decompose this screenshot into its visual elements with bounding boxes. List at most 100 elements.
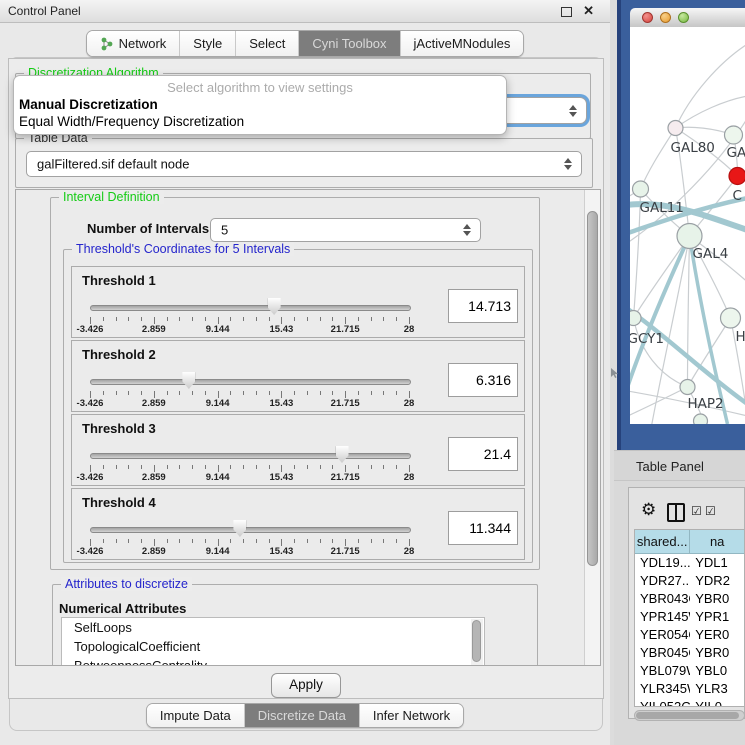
tab-network[interactable]: Network xyxy=(87,31,180,56)
node-label: GAL80 xyxy=(671,140,715,156)
apply-button[interactable]: Apply xyxy=(271,673,341,698)
scrollbar-thumb[interactable] xyxy=(587,211,598,566)
table-horizontal-scrollbar[interactable] xyxy=(634,710,745,721)
tab-label: Discretize Data xyxy=(258,708,346,723)
settings-vertical-scrollbar[interactable] xyxy=(584,190,600,665)
close-traffic-light-icon[interactable] xyxy=(642,12,653,23)
table-cell[interactable]: YDR2 xyxy=(690,572,744,590)
numerical-attributes-label: Numerical Attributes xyxy=(59,601,186,616)
combo-stepper-icon xyxy=(564,158,572,170)
dropdown-option-equal-width-frequency[interactable]: Equal Width/Frequency Discretization xyxy=(19,114,244,129)
minimize-traffic-light-icon[interactable] xyxy=(660,12,671,23)
checkbox-icon[interactable]: ☑ xyxy=(691,504,702,518)
table-cell[interactable]: YIL0 xyxy=(690,698,744,707)
tab-label: Style xyxy=(193,36,222,51)
table-cell[interactable]: YPR145W xyxy=(635,608,690,626)
threshold-slider-thumb[interactable] xyxy=(233,520,246,537)
float-window-icon[interactable] xyxy=(561,7,572,17)
tick-label: 9.144 xyxy=(206,324,230,335)
tick-label: 2.859 xyxy=(142,472,166,483)
list-item-selfloops[interactable]: SelfLoops xyxy=(62,618,484,637)
tab-infer-network[interactable]: Infer Network xyxy=(359,704,463,727)
table-cell[interactable]: YDL19... xyxy=(635,554,690,572)
node-label: GCY1 xyxy=(630,331,664,347)
dropdown-option-manual-discretization[interactable]: Manual Discretization xyxy=(19,97,158,112)
column-header-name[interactable]: na xyxy=(690,530,744,554)
group-title: Threshold's Coordinates for 5 Intervals xyxy=(72,242,294,256)
tab-style[interactable]: Style xyxy=(179,31,235,56)
threshold-label: Threshold 3 xyxy=(82,421,156,436)
slider-ticks xyxy=(90,539,409,546)
number-of-intervals-combobox[interactable]: 5 xyxy=(210,218,481,242)
table-cell[interactable]: YIL052C xyxy=(635,698,690,707)
tick-label: 21.715 xyxy=(331,398,360,409)
tick-label: 2.859 xyxy=(142,546,166,557)
node-label: GA xyxy=(727,145,745,161)
tab-cyni-toolbox[interactable]: Cyni Toolbox xyxy=(298,31,399,56)
table-cell[interactable]: YBL0 xyxy=(690,662,744,680)
threshold-value-field[interactable]: 21.4 xyxy=(448,437,518,471)
column-layout-icon[interactable] xyxy=(667,503,685,522)
gear-icon[interactable]: ⚙ xyxy=(641,500,656,520)
table-cell[interactable]: YBL079W xyxy=(635,662,690,680)
scrollbar-thumb[interactable] xyxy=(636,712,739,719)
network-node-gal80[interactable] xyxy=(668,121,683,136)
table-cell[interactable]: YBR0 xyxy=(690,644,744,662)
table-cell[interactable]: YLR345W xyxy=(635,680,690,698)
threshold-slider-thumb[interactable] xyxy=(182,372,195,389)
network-node-ga[interactable] xyxy=(725,126,743,144)
slider-tick-labels: -3.4262.8599.14415.4321.71528 xyxy=(90,324,409,336)
threshold-1-row: Threshold 1 -3.4262.8599.14415.4321.7152… xyxy=(71,266,525,338)
threshold-slider-track[interactable] xyxy=(90,453,411,459)
table-cell[interactable]: YPR1 xyxy=(690,608,744,626)
list-item-betweennesscentrality[interactable]: BetweennessCentrality xyxy=(62,656,484,666)
close-icon[interactable]: ✕ xyxy=(583,3,594,19)
network-node-h[interactable] xyxy=(721,308,741,328)
network-node-gal4[interactable] xyxy=(677,224,702,249)
table-cell[interactable]: YBR043C xyxy=(635,590,690,608)
tab-select[interactable]: Select xyxy=(235,31,298,56)
threshold-slider-track[interactable] xyxy=(90,527,411,533)
table-cell[interactable]: YLR3 xyxy=(690,680,744,698)
list-item-topologicalcoefficient[interactable]: TopologicalCoefficient xyxy=(62,637,484,656)
network-node-c[interactable] xyxy=(729,168,745,185)
network-canvas[interactable]: GAL80GACGAL11GAL4GCY1HHAP2 xyxy=(630,27,745,424)
table-cell[interactable]: YDR27... xyxy=(635,572,690,590)
checkbox-icon[interactable]: ☑ xyxy=(705,504,716,518)
threshold-slider-thumb[interactable] xyxy=(336,446,349,463)
threshold-value-field[interactable]: 14.713 xyxy=(448,289,518,323)
tab-jactivemnodules[interactable]: jActiveMNodules xyxy=(400,31,524,56)
network-node-gcy1[interactable] xyxy=(630,311,641,326)
tick-label: 15.43 xyxy=(270,398,294,409)
network-node-gal11[interactable] xyxy=(633,181,649,197)
tick-label: 15.43 xyxy=(270,472,294,483)
right-region: GAL80GACGAL11GAL4GCY1HHAP2 Table Panel ⚙… xyxy=(610,0,745,745)
table-data-combobox[interactable]: galFiltered.sif default node xyxy=(26,151,582,177)
threshold-slider-track[interactable] xyxy=(90,305,411,311)
cyni-main-panel: Discretization Algorithm Select algorith… xyxy=(8,58,604,699)
table-cell[interactable]: YER054C xyxy=(635,626,690,644)
slider-ticks xyxy=(90,465,409,472)
threshold-value-field[interactable]: 6.316 xyxy=(448,363,518,397)
threshold-slider-thumb[interactable] xyxy=(268,298,281,315)
threshold-value-field[interactable]: 11.344 xyxy=(448,511,518,545)
tab-discretize-data[interactable]: Discretize Data xyxy=(244,704,359,727)
column-header-shared[interactable]: shared... xyxy=(635,530,690,554)
table-cell[interactable]: YER0 xyxy=(690,626,744,644)
slider-ticks xyxy=(90,391,409,398)
network-node-hap2[interactable] xyxy=(680,380,695,395)
zoom-traffic-light-icon[interactable] xyxy=(678,12,689,23)
table-cell[interactable]: YBR0 xyxy=(690,590,744,608)
network-view-window: GAL80GACGAL11GAL4GCY1HHAP2 xyxy=(617,0,745,450)
threshold-slider-track[interactable] xyxy=(90,379,411,385)
network-node[interactable] xyxy=(694,414,708,424)
table-data-group: Table Data galFiltered.sif default node xyxy=(15,138,593,188)
bottom-tabstrip: Impute Data Discretize Data Infer Networ… xyxy=(0,703,610,728)
attributes-group: Attributes to discretize Numerical Attri… xyxy=(52,584,538,666)
list-scrollbar[interactable] xyxy=(471,619,483,666)
tick-label: 15.43 xyxy=(270,324,294,335)
table-cell[interactable]: YBR045C xyxy=(635,644,690,662)
tab-impute-data[interactable]: Impute Data xyxy=(147,704,244,727)
table-cell[interactable]: YDL1 xyxy=(690,554,744,572)
network-window-titlebar[interactable] xyxy=(630,8,745,28)
